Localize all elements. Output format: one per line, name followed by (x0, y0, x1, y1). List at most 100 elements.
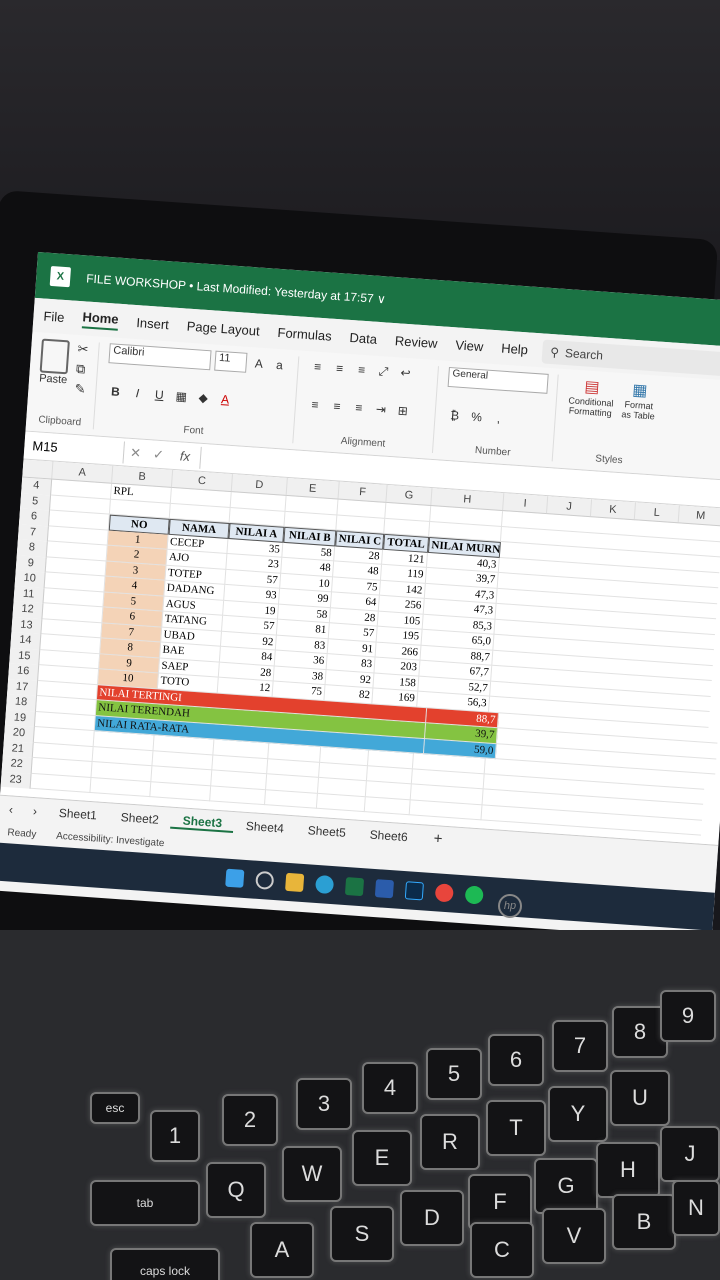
menu-insert[interactable]: Insert (136, 315, 169, 332)
font-name-select[interactable]: Calibri (108, 343, 212, 371)
paste-button[interactable]: Paste (39, 338, 70, 386)
keyboard-key[interactable]: caps lock (110, 1248, 220, 1280)
format-painter-icon[interactable]: ✎ (74, 381, 86, 398)
format-as-table-button[interactable]: ▦ Format as Table (618, 379, 661, 422)
taskbar-search-icon[interactable] (255, 870, 275, 890)
align-bottom-icon[interactable]: ≡ (352, 360, 371, 379)
cell[interactable] (316, 793, 366, 813)
keyboard-key[interactable]: B (612, 1194, 676, 1250)
menu-help[interactable]: Help (501, 340, 529, 357)
italic-button[interactable]: I (128, 384, 147, 403)
add-sheet-icon[interactable]: + (419, 829, 457, 849)
increase-font-icon[interactable]: A (250, 354, 268, 373)
keyboard-key[interactable]: Y (548, 1086, 608, 1142)
col-k[interactable]: K (590, 499, 636, 520)
sheet-tab-3[interactable]: Sheet3 (170, 812, 235, 833)
align-center-icon[interactable]: ≡ (327, 397, 346, 416)
keyboard-key[interactable]: 4 (362, 1062, 418, 1114)
keyboard-key[interactable]: G (534, 1158, 598, 1214)
keyboard-key[interactable]: E (352, 1130, 412, 1186)
comma-icon[interactable]: , (489, 409, 508, 428)
cell[interactable] (264, 789, 318, 809)
keyboard-key[interactable]: 5 (426, 1048, 482, 1100)
sheet-tab-5[interactable]: Sheet5 (295, 822, 358, 840)
menu-data[interactable]: Data (349, 329, 377, 346)
keyboard-key[interactable]: 7 (552, 1020, 608, 1072)
orientation-icon[interactable]: ⤢ (374, 362, 393, 381)
align-middle-icon[interactable]: ≡ (330, 359, 349, 378)
keyboard-key[interactable]: W (282, 1146, 342, 1202)
decrease-font-icon[interactable]: a (271, 356, 289, 375)
font-size-select[interactable]: 11 (214, 350, 248, 373)
col-f[interactable]: F (338, 481, 388, 502)
keyboard-key[interactable]: esc (90, 1092, 140, 1124)
col-l[interactable]: L (634, 502, 680, 523)
percent-icon[interactable]: % (467, 407, 486, 426)
keyboard-key[interactable]: C (470, 1222, 534, 1278)
next-sheet-icon[interactable]: › (23, 803, 48, 819)
menu-page-layout[interactable]: Page Layout (186, 318, 260, 338)
keyboard-key[interactable]: T (486, 1100, 546, 1156)
cut-icon[interactable]: ✂ (77, 341, 89, 358)
keyboard-key[interactable]: 6 (488, 1034, 544, 1086)
wrap-text-icon[interactable]: ↩ (396, 363, 415, 382)
row-number[interactable]: 23 (0, 771, 32, 789)
col-g[interactable]: G (386, 484, 433, 506)
sheet-tab-1[interactable]: Sheet1 (47, 805, 110, 823)
col-e[interactable]: E (286, 477, 340, 499)
cell[interactable] (150, 781, 212, 802)
cell[interactable] (90, 777, 152, 798)
prev-sheet-icon[interactable]: ‹ (0, 801, 24, 817)
select-all-corner[interactable] (22, 459, 54, 479)
sheet-tab-4[interactable]: Sheet4 (234, 818, 297, 836)
spotify-icon[interactable] (464, 885, 484, 905)
keyboard-key[interactable]: R (420, 1114, 480, 1170)
accounting-icon[interactable]: ₿ (445, 406, 464, 425)
keyboard-key[interactable]: 9 (660, 990, 716, 1042)
menu-formulas[interactable]: Formulas (277, 324, 332, 343)
copy-icon[interactable]: ⧉ (76, 361, 88, 378)
cell[interactable] (30, 773, 92, 793)
conditional-formatting-button[interactable]: ▤ Conditional Formatting (566, 375, 617, 418)
align-left-icon[interactable]: ≡ (305, 395, 324, 414)
keyboard-key[interactable]: J (660, 1126, 720, 1182)
edge-browser-icon[interactable] (314, 874, 335, 895)
number-format-select[interactable]: General (447, 366, 549, 394)
fx-icon[interactable]: fx (169, 448, 200, 465)
keyboard-key[interactable]: D (400, 1190, 464, 1246)
col-m[interactable]: M (678, 505, 720, 526)
word-taskbar-icon[interactable] (374, 879, 395, 899)
keyboard-key[interactable]: N (672, 1180, 720, 1236)
menu-file[interactable]: File (43, 308, 65, 324)
align-top-icon[interactable]: ≡ (308, 357, 327, 376)
col-i[interactable]: I (503, 493, 549, 514)
fill-color-icon[interactable]: ◆ (194, 388, 213, 407)
menu-view[interactable]: View (455, 337, 484, 354)
chrome-icon[interactable] (434, 883, 454, 903)
font-color-icon[interactable]: A (216, 390, 235, 409)
cancel-icon[interactable]: ✕ (124, 444, 148, 462)
underline-button[interactable]: U (150, 385, 169, 404)
keyboard-key[interactable]: U (610, 1070, 670, 1126)
name-box[interactable]: M15 (23, 434, 126, 463)
cell[interactable] (364, 796, 411, 816)
menu-home[interactable]: Home (81, 308, 120, 331)
excel-taskbar-icon[interactable] (344, 877, 365, 897)
keyboard-key[interactable]: 3 (296, 1078, 352, 1130)
keyboard-key[interactable]: S (330, 1206, 394, 1262)
window-title[interactable]: FILE WORKSHOP • Last Modified: Yesterday… (86, 271, 386, 306)
sheet-tab-2[interactable]: Sheet2 (108, 809, 171, 827)
indent-icon[interactable]: ⇥ (371, 400, 390, 419)
keyboard-key[interactable]: 1 (150, 1110, 200, 1162)
merge-center-icon[interactable]: ⊞ (393, 401, 412, 420)
keyboard-key[interactable]: tab (90, 1180, 200, 1226)
borders-icon[interactable]: ▦ (172, 387, 191, 406)
keyboard-key[interactable]: 2 (222, 1094, 278, 1146)
cell[interactable] (210, 785, 267, 806)
col-j[interactable]: J (547, 496, 593, 517)
menu-review[interactable]: Review (394, 333, 438, 351)
keyboard-key[interactable]: A (250, 1222, 314, 1278)
keyboard-key[interactable]: H (596, 1142, 660, 1198)
keyboard-key[interactable]: V (542, 1208, 606, 1264)
photoshop-icon[interactable] (404, 881, 424, 901)
